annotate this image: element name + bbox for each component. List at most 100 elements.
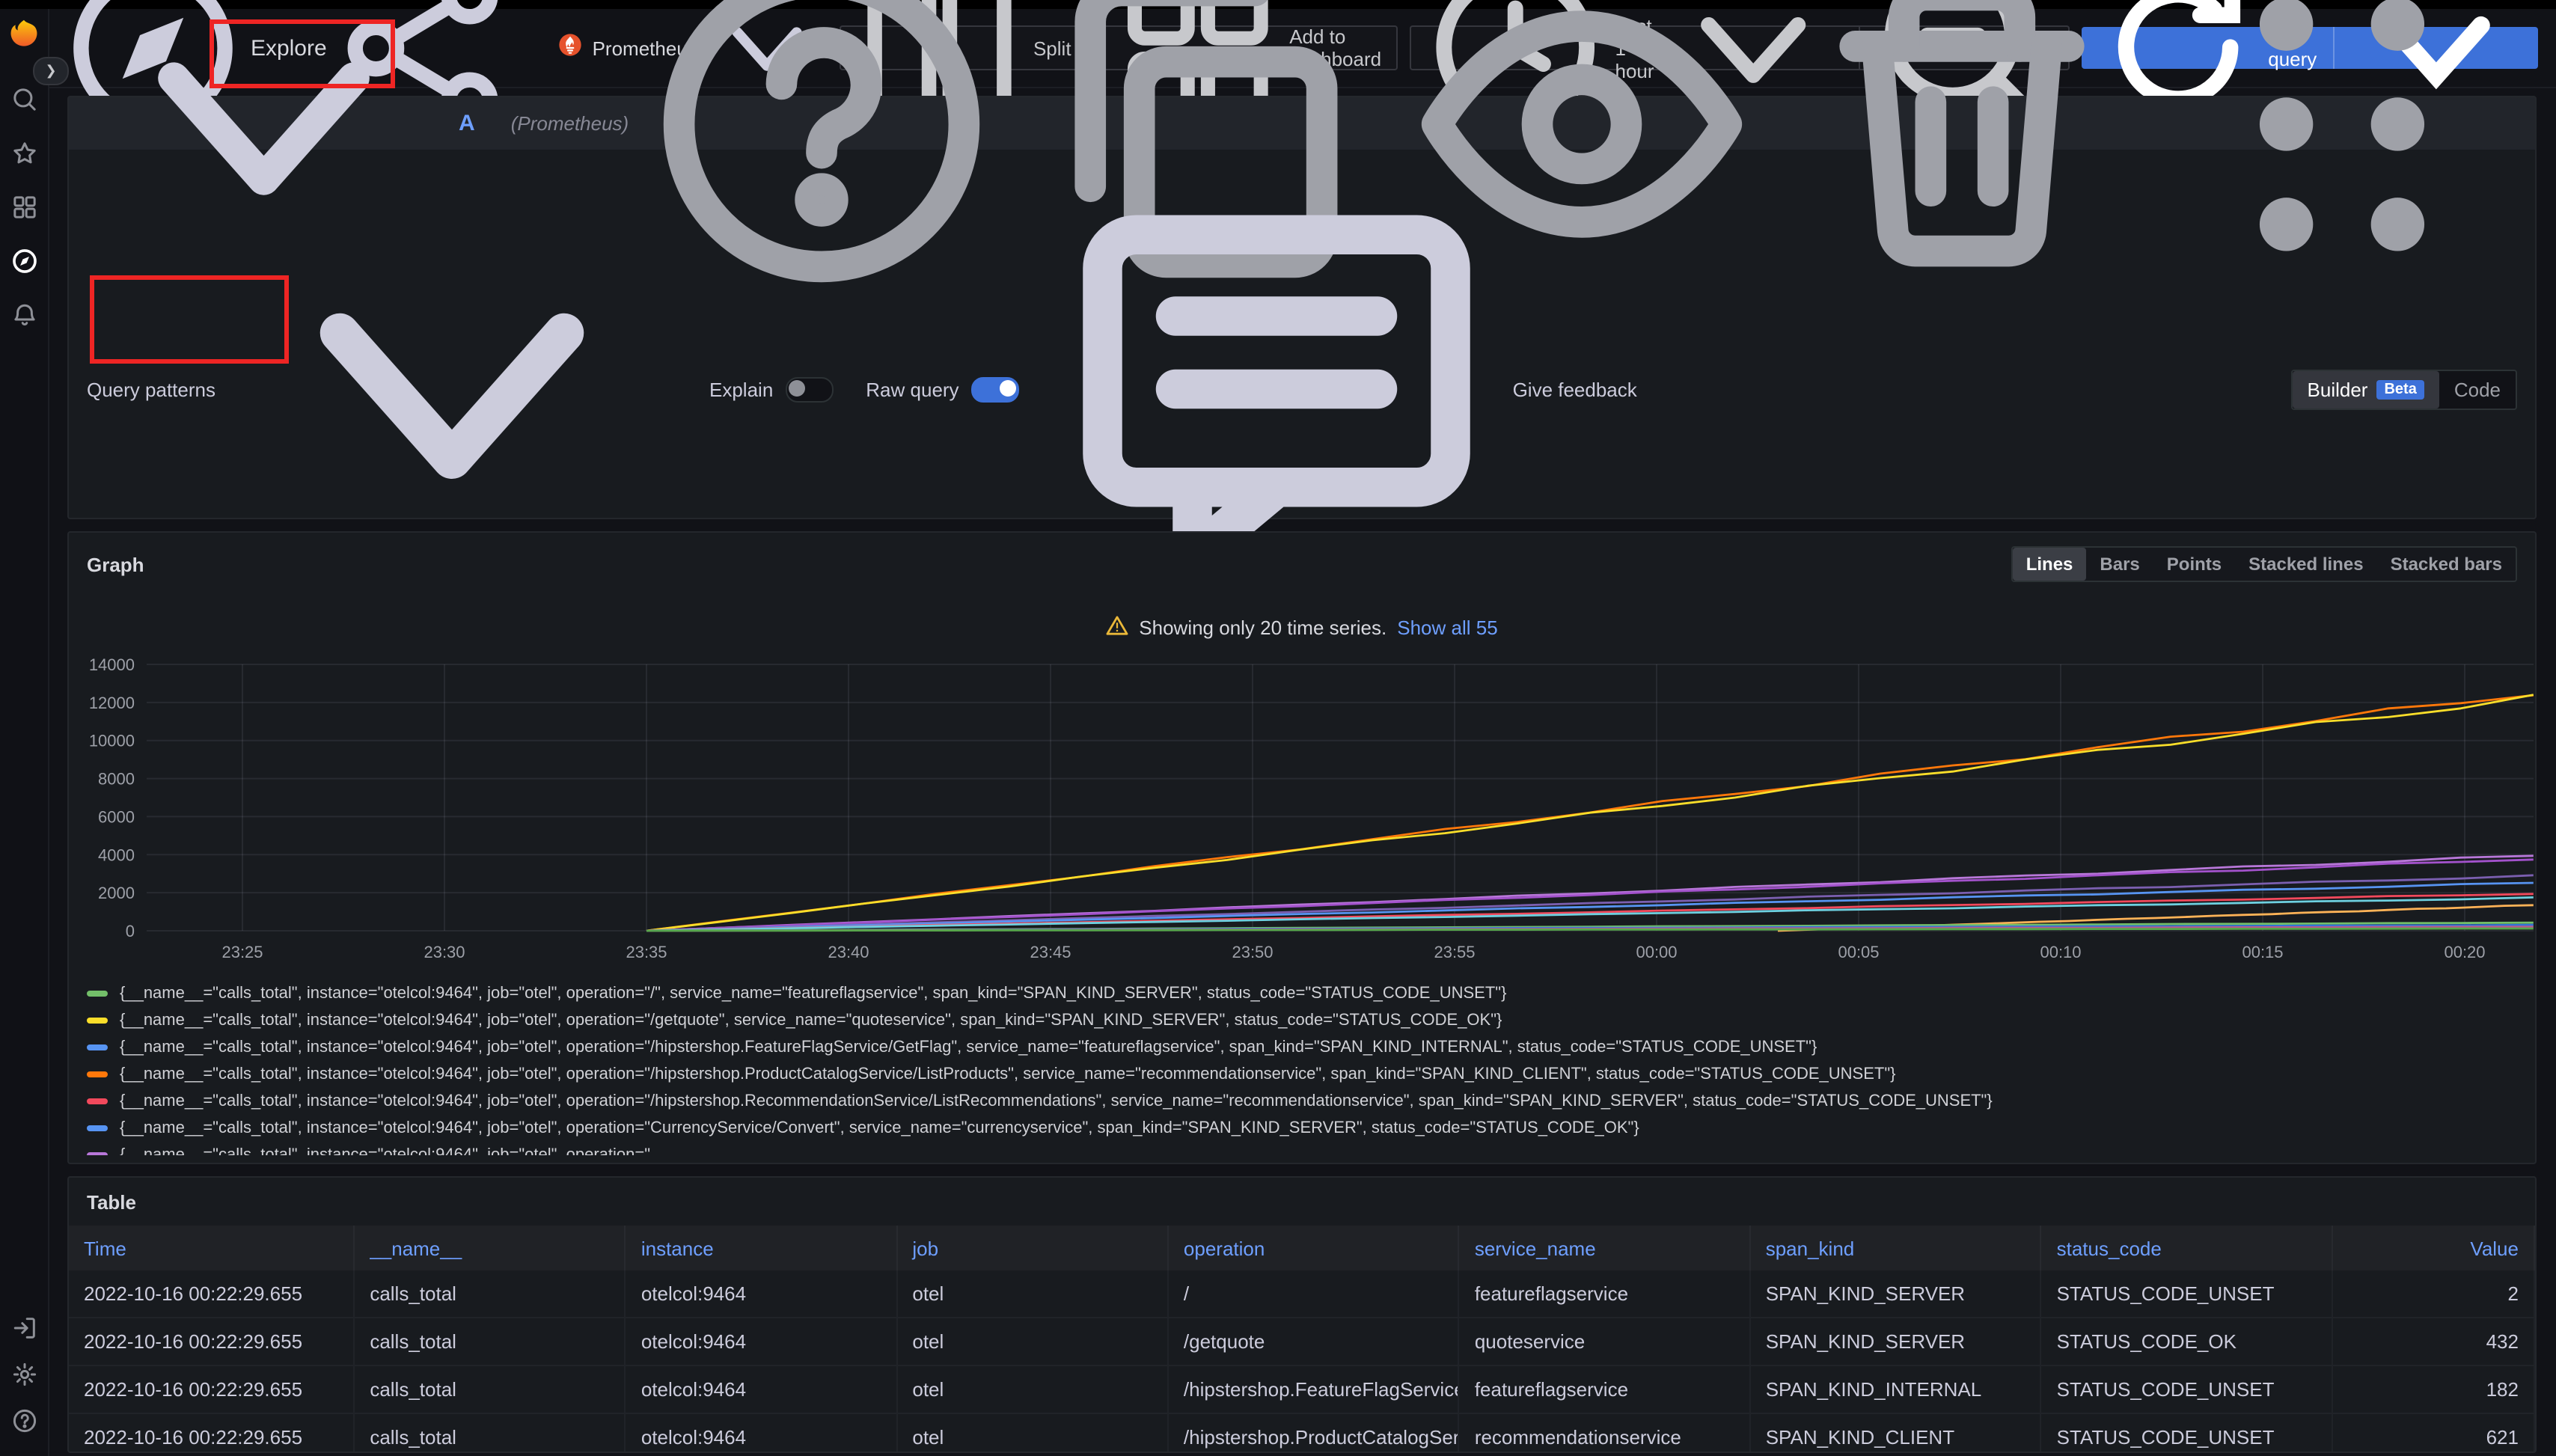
series-limit-warning: Showing only 20 time series. Show all 55	[69, 615, 2535, 640]
alerting-icon	[11, 302, 37, 327]
legend-item[interactable]: {__name__="calls_total", instance="otelc…	[87, 1088, 2517, 1115]
grafana-logo[interactable]	[7, 18, 40, 51]
sidebar-item-search[interactable]	[7, 82, 40, 115]
table-cell: otel	[897, 1270, 1169, 1317]
legend-label: {__name__="calls_total", instance="otelc…	[120, 1065, 1896, 1083]
legend-item[interactable]: {__name__="calls_total", instance="otelc…	[87, 980, 2517, 1007]
sidebar-item-sign-in[interactable]	[11, 1315, 37, 1341]
sidebar-item-dashboards[interactable]	[7, 190, 40, 223]
raw-query-toggle[interactable]	[971, 376, 1019, 402]
svg-text:6000: 6000	[98, 807, 135, 826]
legend-swatch	[87, 1044, 108, 1050]
table-row[interactable]: 2022-10-16 00:22:29.655calls_totalotelco…	[69, 1318, 2535, 1366]
table-cell: otelcol:9464	[626, 1414, 898, 1453]
table-cell: 182	[2333, 1366, 2535, 1413]
legend-label: {__name__="calls_total", instance="otelc…	[120, 985, 1506, 1003]
table-cell: /	[1169, 1270, 1460, 1317]
table-cell: featureflagservice	[1460, 1270, 1751, 1317]
table-column-header-status_code[interactable]: status_code	[2042, 1226, 2333, 1270]
svg-text:23:40: 23:40	[828, 943, 869, 961]
table-cell: STATUS_CODE_UNSET	[2042, 1270, 2333, 1317]
table-cell: SPAN_KIND_SERVER	[1751, 1270, 2042, 1317]
legend-label: {__name__="calls_total", instance="otelc…	[120, 1146, 650, 1155]
explain-toggle-group: Explain	[709, 376, 833, 402]
favorites-icon	[11, 140, 37, 165]
table-cell: otel	[897, 1414, 1169, 1453]
query-row-header[interactable]: A (Prometheus)	[69, 97, 2535, 150]
sidebar-item-favorites[interactable]	[7, 136, 40, 169]
graph-style-tab-points[interactable]: Points	[2153, 548, 2235, 581]
svg-text:2000: 2000	[98, 884, 135, 902]
raw-query-toggle-group: Raw query	[866, 376, 1018, 402]
legend-item[interactable]: {__name__="calls_total", instance="otelc…	[87, 1007, 2517, 1034]
table-row[interactable]: 2022-10-16 00:22:29.655calls_totalotelco…	[69, 1270, 2535, 1318]
legend-swatch	[87, 991, 108, 997]
sidebar	[0, 9, 49, 1456]
svg-text:10000: 10000	[89, 732, 135, 750]
chart-legend: {__name__="calls_total", instance="otelc…	[69, 977, 2535, 1155]
svg-text:23:30: 23:30	[424, 943, 465, 961]
raw-query-label: Raw query	[866, 378, 959, 400]
explain-toggle[interactable]	[785, 376, 833, 402]
table-cell: otel	[897, 1366, 1169, 1413]
explain-label: Explain	[709, 378, 773, 400]
show-all-series-link[interactable]: Show all 55	[1397, 617, 1497, 639]
svg-text:00:05: 00:05	[1838, 943, 1879, 961]
results-table: Time__name__instancejoboperationservice_…	[69, 1226, 2535, 1453]
table-column-header-span_kind[interactable]: span_kind	[1751, 1226, 2042, 1270]
sidebar-item-alerting[interactable]	[7, 298, 40, 331]
table-cell: featureflagservice	[1460, 1366, 1751, 1413]
svg-text:12000: 12000	[89, 694, 135, 712]
builder-tab[interactable]: Builder Beta	[2293, 370, 2439, 408]
graph-style-tab-lines[interactable]: Lines	[2013, 548, 2087, 581]
table-column-header-job[interactable]: job	[897, 1226, 1169, 1270]
legend-item[interactable]: {__name__="calls_total", instance="otelc…	[87, 1034, 2517, 1061]
time-series-chart[interactable]: 0200040006000800010000120001400023:2523:…	[69, 643, 2535, 977]
table-cell: SPAN_KIND_CLIENT	[1751, 1414, 2042, 1453]
table-column-header-time[interactable]: Time	[69, 1226, 355, 1270]
sidebar-expand-button[interactable]: ❯	[33, 57, 69, 85]
legend-swatch	[87, 1071, 108, 1077]
table-cell: otelcol:9464	[626, 1366, 898, 1413]
trash-icon[interactable]	[1784, 0, 2140, 302]
legend-label: {__name__="calls_total", instance="otelc…	[120, 1039, 1817, 1056]
legend-swatch	[87, 1098, 108, 1104]
table-row[interactable]: 2022-10-16 00:22:29.655calls_totalotelco…	[69, 1366, 2535, 1414]
graph-panel: Graph LinesBarsPointsStacked linesStacke…	[67, 531, 2537, 1164]
svg-text:23:50: 23:50	[1232, 943, 1273, 961]
editor-mode-switch: Builder Beta Code	[2291, 369, 2517, 409]
legend-label: {__name__="calls_total", instance="otelc…	[120, 1012, 1502, 1030]
code-tab[interactable]: Code	[2439, 370, 2516, 408]
legend-item[interactable]: {__name__="calls_total", instance="otelc…	[87, 1061, 2517, 1088]
sidebar-top-items	[7, 72, 40, 341]
legend-item[interactable]: {__name__="calls_total", instance="otelc…	[87, 1142, 2517, 1155]
sidebar-bottom-items	[11, 1305, 37, 1444]
graph-style-tab-stacked-bars[interactable]: Stacked bars	[2377, 548, 2516, 581]
table-column-header-operation[interactable]: operation	[1169, 1226, 1460, 1270]
sidebar-item-settings[interactable]	[11, 1362, 37, 1387]
table-cell: recommendationservice	[1460, 1414, 1751, 1453]
graph-style-tab-bars[interactable]: Bars	[2086, 548, 2153, 581]
table-row[interactable]: 2022-10-16 00:22:29.655calls_totalotelco…	[69, 1414, 2535, 1453]
svg-text:4000: 4000	[98, 845, 135, 864]
sidebar-item-help[interactable]	[11, 1408, 37, 1434]
grafana-explore-page: ❯ Explore Prometheus Spl	[0, 0, 2556, 1456]
table-cell: otelcol:9464	[626, 1270, 898, 1317]
table-header-row: Time__name__instancejoboperationservice_…	[69, 1226, 2535, 1270]
sidebar-item-explore[interactable]	[7, 244, 40, 277]
svg-text:00:10: 00:10	[2040, 943, 2081, 961]
help-circle-icon[interactable]	[643, 0, 1000, 302]
table-column-header-service_name[interactable]: service_name	[1460, 1226, 1751, 1270]
table-cell: SPAN_KIND_INTERNAL	[1751, 1366, 2042, 1413]
table-column-header-instance[interactable]: instance	[626, 1226, 898, 1270]
table-title-bar: Table	[69, 1178, 2535, 1214]
drag-handle-icon[interactable]	[2164, 0, 2520, 302]
legend-item[interactable]: {__name__="calls_total", instance="otelc…	[87, 1115, 2517, 1142]
table-column-header-__name__[interactable]: __name__	[355, 1226, 626, 1270]
warning-text: Showing only 20 time series.	[1139, 617, 1386, 639]
table-column-header-value[interactable]: Value	[2333, 1226, 2535, 1270]
svg-text:8000: 8000	[98, 770, 135, 789]
table-cell: otelcol:9464	[626, 1318, 898, 1365]
table-cell: SPAN_KIND_SERVER	[1751, 1318, 2042, 1365]
graph-style-tab-stacked-lines[interactable]: Stacked lines	[2235, 548, 2376, 581]
